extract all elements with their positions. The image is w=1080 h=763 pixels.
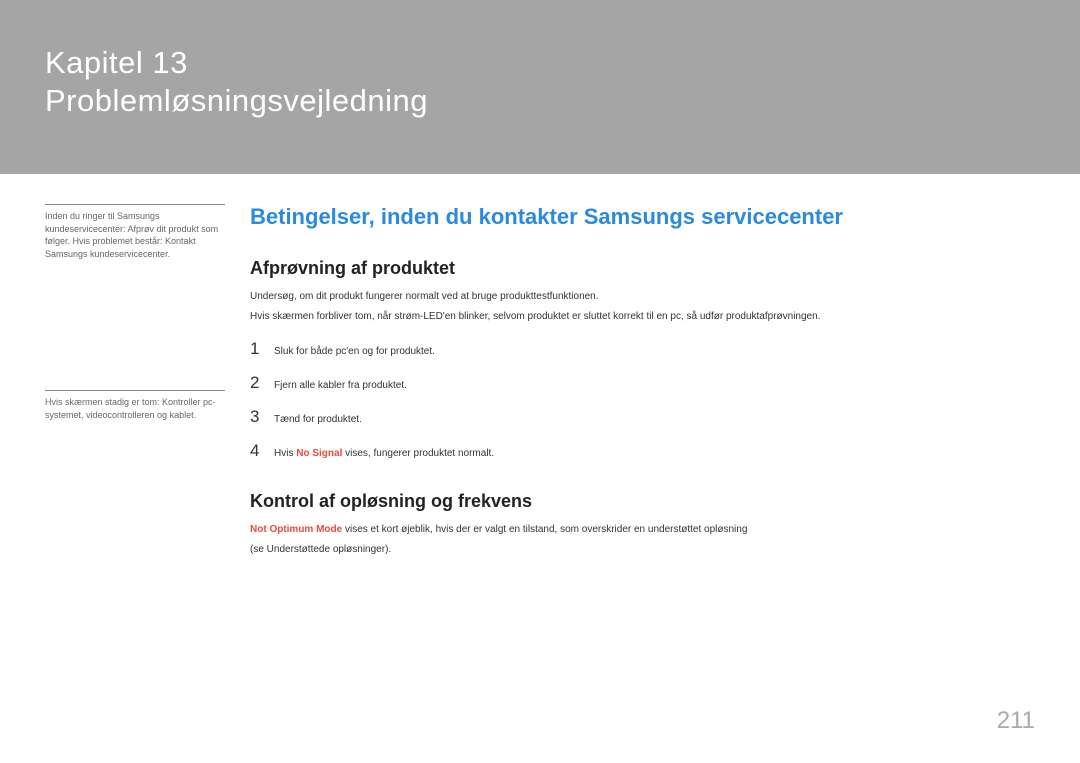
step-text: Tænd for produktet. <box>274 412 362 427</box>
body-text: Undersøg, om dit produkt fungerer normal… <box>250 289 1035 305</box>
step-text: Hvis No Signal vises, fungerer produktet… <box>274 446 494 461</box>
step-text: Sluk for både pc'en og for produktet. <box>274 344 435 359</box>
highlight-text: No Signal <box>296 448 342 459</box>
step-number: 2 <box>250 373 274 393</box>
sidebar: Inden du ringer til Samsungs kundeservic… <box>45 204 240 562</box>
step-row: 3 Tænd for produktet. <box>250 407 1035 427</box>
side-note-1: Inden du ringer til Samsungs kundeservic… <box>45 204 225 260</box>
body-text: Hvis skærmen forbliver tom, når strøm-LE… <box>250 309 1035 325</box>
section-title: Betingelser, inden du kontakter Samsungs… <box>250 204 1035 230</box>
step-number: 3 <box>250 407 274 427</box>
highlight-text: Not Optimum Mode <box>250 524 342 535</box>
steps-list: 1 Sluk for både pc'en og for produktet. … <box>250 339 1035 461</box>
content-area: Inden du ringer til Samsungs kundeservic… <box>0 174 1080 562</box>
step-number: 1 <box>250 339 274 359</box>
subsection-title-1: Afprøvning af produktet <box>250 258 1035 279</box>
main-content: Betingelser, inden du kontakter Samsungs… <box>240 204 1035 562</box>
step-row: 4 Hvis No Signal vises, fungerer produkt… <box>250 441 1035 461</box>
step-number: 4 <box>250 441 274 461</box>
chapter-title: Problemløsningsvejledning <box>45 83 1035 119</box>
step-text: Fjern alle kabler fra produktet. <box>274 378 407 393</box>
step-row: 2 Fjern alle kabler fra produktet. <box>250 373 1035 393</box>
body-text: (se Understøttede opløsninger). <box>250 542 1035 558</box>
step-row: 1 Sluk for både pc'en og for produktet. <box>250 339 1035 359</box>
page-number: 211 <box>997 707 1035 735</box>
side-note-2: Hvis skærmen stadig er tom: Kontroller p… <box>45 390 225 421</box>
step-suffix: vises, fungerer produktet normalt. <box>342 448 494 459</box>
subsection-title-2: Kontrol af opløsning og frekvens <box>250 491 1035 512</box>
chapter-label: Kapitel 13 <box>45 45 1035 81</box>
step-prefix: Hvis <box>274 448 296 459</box>
body-text: Not Optimum Mode vises et kort øjeblik, … <box>250 522 1035 538</box>
body-text-rest: vises et kort øjeblik, hvis der er valgt… <box>342 524 747 535</box>
chapter-header: Kapitel 13 Problemløsningsvejledning <box>0 0 1080 174</box>
